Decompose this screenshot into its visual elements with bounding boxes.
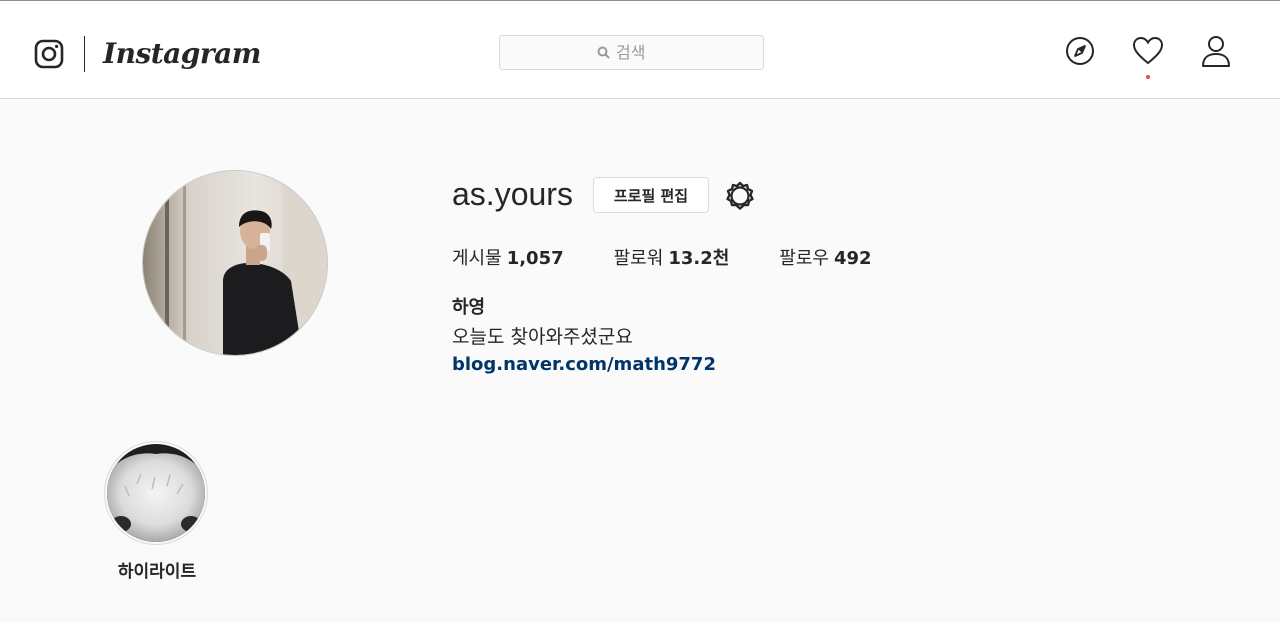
stat-posts: 게시물 1,057 (452, 244, 564, 270)
profile-photo (143, 171, 327, 355)
highlight-photo (107, 444, 205, 542)
stat-value: 13.2천 (668, 248, 730, 269)
activity-button[interactable] (1132, 35, 1164, 79)
profile-avatar[interactable] (142, 170, 328, 356)
stat-followers[interactable]: 팔로워 13.2천 (614, 244, 730, 270)
brand[interactable]: Instagram (34, 33, 261, 75)
story-highlight[interactable]: 하이라이트 (104, 441, 210, 582)
stat-value: 1,057 (506, 248, 564, 269)
person-icon (1202, 36, 1230, 67)
profile-button[interactable] (1200, 35, 1232, 71)
search-input[interactable] (616, 43, 666, 62)
profile-username: as.yours (452, 176, 573, 212)
highlight-label: 하이라이트 (117, 562, 197, 582)
profile-full-name: 하영 (452, 297, 486, 318)
profile-stats: 게시물 1,057 팔로워 13.2천 팔로우 492 (452, 244, 922, 270)
profile-bio: 오늘도 찾아와주셨군요 (452, 326, 633, 348)
nav-icons (1064, 35, 1232, 79)
stat-label: 팔로우 (779, 248, 829, 269)
instagram-glyph-icon (34, 39, 64, 69)
instagram-wordmark: Instagram (103, 36, 261, 70)
search-box[interactable] (499, 35, 764, 70)
top-navbar: Instagram (0, 5, 1280, 99)
explore-button[interactable] (1064, 35, 1096, 71)
heart-icon (1132, 36, 1164, 65)
compass-icon (1066, 37, 1094, 65)
highlight-cover (107, 444, 205, 542)
stat-value: 492 (833, 248, 872, 269)
stat-label: 게시물 (452, 248, 502, 269)
stat-following[interactable]: 팔로우 492 (779, 244, 871, 270)
notification-dot (1146, 75, 1150, 79)
brand-divider (84, 36, 85, 72)
search-icon (597, 46, 610, 59)
stat-label: 팔로워 (613, 248, 664, 269)
settings-gear-icon[interactable] (724, 180, 756, 212)
profile-website-link[interactable]: blog.naver.com/math9772 (452, 354, 716, 375)
highlight-ring (104, 441, 208, 545)
edit-profile-button[interactable]: 프로필 편집 (593, 177, 709, 213)
